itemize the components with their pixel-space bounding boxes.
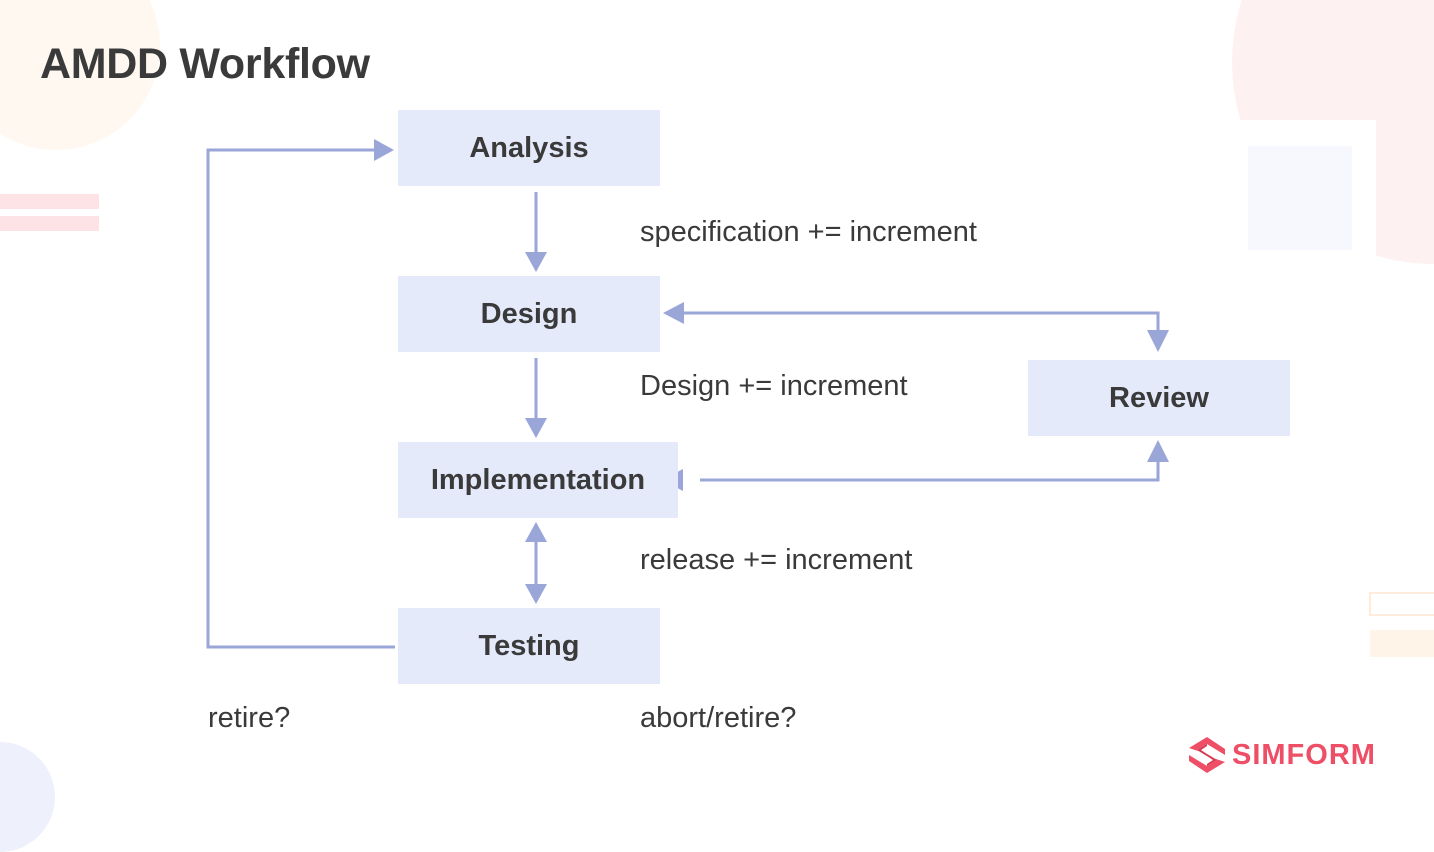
- node-implementation: Implementation: [398, 442, 678, 518]
- edge-testing-to-analysis: [206, 148, 395, 649]
- edge-design-review: [682, 311, 1160, 334]
- simform-logo: SIMFORM: [1188, 736, 1376, 774]
- arrowhead-analysis: [374, 139, 394, 161]
- node-review: Review: [1028, 360, 1290, 436]
- arrowhead-review-up: [1147, 440, 1169, 462]
- simform-logo-icon: [1189, 737, 1225, 773]
- node-analysis-label: Analysis: [469, 131, 589, 164]
- node-analysis: Analysis: [398, 110, 660, 186]
- edge-implementation-review: [700, 460, 1160, 482]
- edge-label-release: release += increment: [640, 544, 913, 576]
- edge-label-abort-retire: abort/retire?: [640, 702, 797, 734]
- edge-label-specification: specification += increment: [640, 216, 977, 248]
- edge-label-retire: retire?: [208, 702, 291, 734]
- arrowhead-design-down: [525, 252, 547, 272]
- arrowhead-design-left: [663, 302, 684, 324]
- edge-label-design: Design += increment: [640, 370, 908, 402]
- arrowhead-testing-down: [525, 584, 547, 604]
- node-review-label: Review: [1109, 381, 1209, 414]
- arrowhead-implementation-down: [525, 418, 547, 438]
- node-testing: Testing: [398, 608, 660, 684]
- node-testing-label: Testing: [478, 629, 580, 662]
- node-implementation-label: Implementation: [430, 463, 646, 496]
- simform-logo-text: SIMFORM: [1232, 738, 1376, 771]
- node-design-label: Design: [480, 297, 578, 330]
- arrowhead-implementation-up: [525, 522, 547, 542]
- node-design: Design: [398, 276, 660, 352]
- arrowhead-review-down: [1147, 330, 1169, 352]
